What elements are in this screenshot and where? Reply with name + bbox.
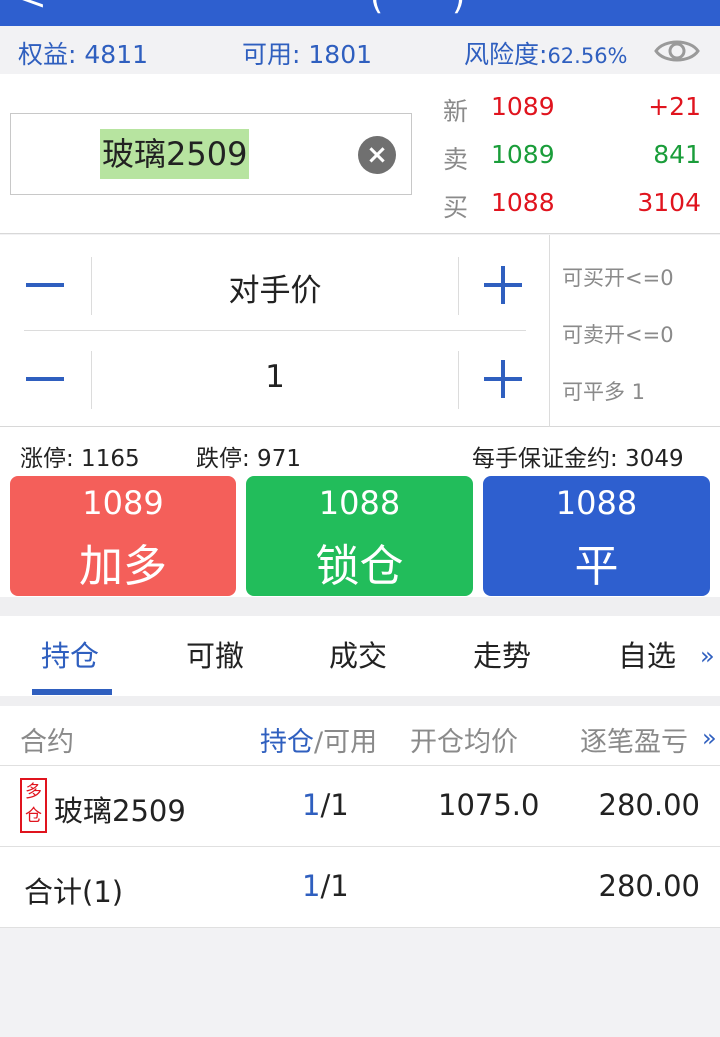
tab-cancelable[interactable]: 可撤 <box>186 633 244 675</box>
available-funds: 可用: 1801 <box>242 40 373 69</box>
tab-watchlist[interactable]: 自选 <box>618 633 676 675</box>
tab-trades[interactable]: 成交 <box>329 633 387 675</box>
lock-position-button[interactable]: 1088 锁仓 <box>246 476 473 596</box>
quantity-minus-icon[interactable] <box>16 349 76 409</box>
limit-down: 跌停: 971 <box>196 446 301 472</box>
order-entry: 对手价 1 可买开<=0 可卖开<=0 可平多 1 <box>0 235 720 427</box>
table-total-row: 合计(1) 1/1 280.00 <box>0 847 720 928</box>
empty-area <box>0 928 720 1037</box>
row-position: 1/1 <box>302 788 349 822</box>
header-avg-price: 开仓均价 <box>410 727 518 758</box>
price-minus-icon[interactable] <box>16 255 76 315</box>
total-pnl: 280.00 <box>598 869 700 903</box>
row-pnl: 280.00 <box>598 788 700 822</box>
margin-per-lot: 每手保证金约: 3049 <box>472 446 684 472</box>
quote-bid: 买 1088 3104 <box>443 188 701 222</box>
price-plus-icon[interactable] <box>474 255 534 315</box>
tab-positions[interactable]: 持仓 <box>41 633 99 675</box>
row-contract: 玻璃2509 <box>54 794 186 828</box>
tab-bar: 持仓 可撤 成交 走势 自选 » <box>0 616 720 696</box>
total-position: 1/1 <box>302 869 349 903</box>
total-label: 合计(1) <box>24 875 124 909</box>
header-contract: 合约 <box>20 727 74 758</box>
title-paren-close: ) <box>452 0 465 18</box>
contract-name[interactable]: 玻璃2509 <box>100 129 250 179</box>
add-long-button[interactable]: 1089 加多 <box>10 476 236 596</box>
eye-icon[interactable] <box>654 35 700 67</box>
tabs-more-icon[interactable]: » <box>700 642 715 670</box>
quantity-input[interactable]: 1 <box>92 359 458 395</box>
tab-trend[interactable]: 走势 <box>473 633 531 675</box>
quote-last: 新 1089 +21 <box>443 92 701 126</box>
table-more-icon[interactable]: » <box>702 724 717 752</box>
quote-panel: 玻璃2509 × 新 1089 +21 卖 1089 841 买 1088 31… <box>0 74 720 234</box>
long-position-badge: 多仓 <box>20 778 47 833</box>
limits-and-actions: 涨停: 1165 跌停: 971 每手保证金约: 3049 1089 加多 10… <box>0 427 720 597</box>
can-sell-open: 可卖开<=0 <box>562 323 674 347</box>
positions-table: 合约 持仓/可用 开仓均价 逐笔盈亏 » 多仓 玻璃2509 1/1 1075.… <box>0 706 720 928</box>
row-avg-price: 1075.0 <box>438 788 540 822</box>
account-summary: 权益: 4811 可用: 1801 风险度:62.56% <box>0 26 720 74</box>
can-buy-open: 可买开<=0 <box>562 266 674 290</box>
table-row[interactable]: 多仓 玻璃2509 1/1 1075.0 280.00 <box>0 766 720 847</box>
quantity-plus-icon[interactable] <box>474 349 534 409</box>
equity: 权益: 4811 <box>18 40 149 69</box>
top-nav-bar: < ( ) <box>0 0 720 26</box>
limit-up: 涨停: 1165 <box>20 446 140 472</box>
active-tab-indicator <box>32 689 112 695</box>
header-position[interactable]: 持仓/可用 <box>260 720 377 759</box>
close-position-button[interactable]: 1088 平 <box>483 476 710 596</box>
back-icon[interactable]: < <box>18 0 47 18</box>
quote-ask: 卖 1089 841 <box>443 140 701 174</box>
header-pnl: 逐笔盈亏 <box>580 727 688 758</box>
title-paren-open: ( <box>370 0 383 18</box>
clear-icon[interactable]: × <box>358 136 396 174</box>
table-header: 合约 持仓/可用 开仓均价 逐笔盈亏 » <box>0 706 720 766</box>
can-close-long: 可平多 1 <box>562 380 646 404</box>
price-type[interactable]: 对手价 <box>92 265 458 310</box>
risk-ratio: 风险度:62.56% <box>464 40 628 69</box>
contract-input[interactable]: 玻璃2509 × <box>10 113 412 195</box>
